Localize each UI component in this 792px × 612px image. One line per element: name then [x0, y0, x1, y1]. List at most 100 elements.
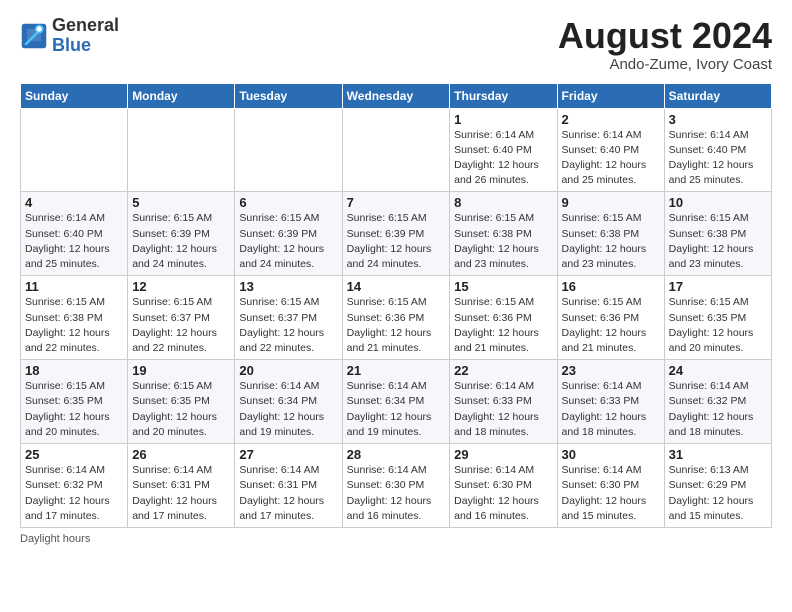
day-number: 20 [239, 363, 337, 378]
day-number: 16 [562, 279, 660, 294]
day-info: Sunrise: 6:15 AM Sunset: 6:38 PM Dayligh… [562, 211, 660, 272]
calendar-cell: 31Sunrise: 6:13 AM Sunset: 6:29 PM Dayli… [664, 444, 771, 528]
calendar-cell: 22Sunrise: 6:14 AM Sunset: 6:33 PM Dayli… [450, 360, 557, 444]
day-info: Sunrise: 6:14 AM Sunset: 6:33 PM Dayligh… [454, 379, 552, 440]
day-info: Sunrise: 6:15 AM Sunset: 6:37 PM Dayligh… [239, 295, 337, 356]
day-info: Sunrise: 6:15 AM Sunset: 6:39 PM Dayligh… [132, 211, 230, 272]
calendar-week-row: 11Sunrise: 6:15 AM Sunset: 6:38 PM Dayli… [21, 276, 772, 360]
weekday-header-friday: Friday [557, 83, 664, 108]
day-info: Sunrise: 6:15 AM Sunset: 6:38 PM Dayligh… [669, 211, 767, 272]
day-number: 18 [25, 363, 123, 378]
calendar-cell: 2Sunrise: 6:14 AM Sunset: 6:40 PM Daylig… [557, 108, 664, 192]
calendar-cell: 10Sunrise: 6:15 AM Sunset: 6:38 PM Dayli… [664, 192, 771, 276]
day-info: Sunrise: 6:15 AM Sunset: 6:38 PM Dayligh… [454, 211, 552, 272]
day-number: 10 [669, 195, 767, 210]
day-info: Sunrise: 6:14 AM Sunset: 6:31 PM Dayligh… [132, 463, 230, 524]
day-info: Sunrise: 6:14 AM Sunset: 6:32 PM Dayligh… [669, 379, 767, 440]
calendar-cell: 28Sunrise: 6:14 AM Sunset: 6:30 PM Dayli… [342, 444, 450, 528]
calendar-cell: 14Sunrise: 6:15 AM Sunset: 6:36 PM Dayli… [342, 276, 450, 360]
day-info: Sunrise: 6:14 AM Sunset: 6:40 PM Dayligh… [25, 211, 123, 272]
day-info: Sunrise: 6:15 AM Sunset: 6:35 PM Dayligh… [25, 379, 123, 440]
day-info: Sunrise: 6:14 AM Sunset: 6:30 PM Dayligh… [454, 463, 552, 524]
day-info: Sunrise: 6:15 AM Sunset: 6:37 PM Dayligh… [132, 295, 230, 356]
calendar-cell: 29Sunrise: 6:14 AM Sunset: 6:30 PM Dayli… [450, 444, 557, 528]
day-number: 15 [454, 279, 552, 294]
day-info: Sunrise: 6:15 AM Sunset: 6:35 PM Dayligh… [669, 295, 767, 356]
calendar-cell: 13Sunrise: 6:15 AM Sunset: 6:37 PM Dayli… [235, 276, 342, 360]
day-number: 11 [25, 279, 123, 294]
day-info: Sunrise: 6:15 AM Sunset: 6:36 PM Dayligh… [562, 295, 660, 356]
day-info: Sunrise: 6:13 AM Sunset: 6:29 PM Dayligh… [669, 463, 767, 524]
day-number: 7 [347, 195, 446, 210]
logo-icon [20, 22, 48, 50]
calendar-cell: 19Sunrise: 6:15 AM Sunset: 6:35 PM Dayli… [128, 360, 235, 444]
day-number: 26 [132, 447, 230, 462]
day-number: 28 [347, 447, 446, 462]
day-info: Sunrise: 6:15 AM Sunset: 6:35 PM Dayligh… [132, 379, 230, 440]
calendar-cell: 9Sunrise: 6:15 AM Sunset: 6:38 PM Daylig… [557, 192, 664, 276]
day-number: 8 [454, 195, 552, 210]
title-block: August 2024 Ando-Zume, Ivory Coast [558, 16, 772, 73]
day-number: 4 [25, 195, 123, 210]
day-info: Sunrise: 6:14 AM Sunset: 6:32 PM Dayligh… [25, 463, 123, 524]
day-info: Sunrise: 6:14 AM Sunset: 6:30 PM Dayligh… [347, 463, 446, 524]
weekday-header-saturday: Saturday [664, 83, 771, 108]
day-number: 25 [25, 447, 123, 462]
calendar-cell: 27Sunrise: 6:14 AM Sunset: 6:31 PM Dayli… [235, 444, 342, 528]
calendar-cell [21, 108, 128, 192]
calendar-cell: 18Sunrise: 6:15 AM Sunset: 6:35 PM Dayli… [21, 360, 128, 444]
calendar-week-row: 18Sunrise: 6:15 AM Sunset: 6:35 PM Dayli… [21, 360, 772, 444]
day-number: 6 [239, 195, 337, 210]
calendar-cell: 8Sunrise: 6:15 AM Sunset: 6:38 PM Daylig… [450, 192, 557, 276]
calendar-cell: 12Sunrise: 6:15 AM Sunset: 6:37 PM Dayli… [128, 276, 235, 360]
calendar-cell: 4Sunrise: 6:14 AM Sunset: 6:40 PM Daylig… [21, 192, 128, 276]
day-number: 31 [669, 447, 767, 462]
day-number: 27 [239, 447, 337, 462]
calendar-cell: 16Sunrise: 6:15 AM Sunset: 6:36 PM Dayli… [557, 276, 664, 360]
weekday-header-monday: Monday [128, 83, 235, 108]
logo: General Blue [20, 16, 119, 56]
day-number: 5 [132, 195, 230, 210]
page-container: General Blue August 2024 Ando-Zume, Ivor… [0, 0, 792, 555]
day-number: 3 [669, 112, 767, 127]
calendar-title: August 2024 [558, 16, 772, 56]
day-info: Sunrise: 6:15 AM Sunset: 6:39 PM Dayligh… [347, 211, 446, 272]
day-info: Sunrise: 6:14 AM Sunset: 6:34 PM Dayligh… [239, 379, 337, 440]
day-number: 1 [454, 112, 552, 127]
day-info: Sunrise: 6:15 AM Sunset: 6:39 PM Dayligh… [239, 211, 337, 272]
day-number: 23 [562, 363, 660, 378]
day-info: Sunrise: 6:14 AM Sunset: 6:40 PM Dayligh… [454, 128, 552, 189]
calendar-week-row: 25Sunrise: 6:14 AM Sunset: 6:32 PM Dayli… [21, 444, 772, 528]
day-number: 19 [132, 363, 230, 378]
day-number: 24 [669, 363, 767, 378]
day-info: Sunrise: 6:15 AM Sunset: 6:38 PM Dayligh… [25, 295, 123, 356]
day-number: 12 [132, 279, 230, 294]
day-number: 30 [562, 447, 660, 462]
calendar-cell: 15Sunrise: 6:15 AM Sunset: 6:36 PM Dayli… [450, 276, 557, 360]
calendar-cell: 7Sunrise: 6:15 AM Sunset: 6:39 PM Daylig… [342, 192, 450, 276]
day-info: Sunrise: 6:15 AM Sunset: 6:36 PM Dayligh… [347, 295, 446, 356]
calendar-cell: 1Sunrise: 6:14 AM Sunset: 6:40 PM Daylig… [450, 108, 557, 192]
calendar-cell: 5Sunrise: 6:15 AM Sunset: 6:39 PM Daylig… [128, 192, 235, 276]
calendar-cell: 26Sunrise: 6:14 AM Sunset: 6:31 PM Dayli… [128, 444, 235, 528]
calendar-week-row: 4Sunrise: 6:14 AM Sunset: 6:40 PM Daylig… [21, 192, 772, 276]
calendar-cell: 23Sunrise: 6:14 AM Sunset: 6:33 PM Dayli… [557, 360, 664, 444]
weekday-header-tuesday: Tuesday [235, 83, 342, 108]
calendar-cell: 6Sunrise: 6:15 AM Sunset: 6:39 PM Daylig… [235, 192, 342, 276]
day-number: 2 [562, 112, 660, 127]
calendar-cell: 21Sunrise: 6:14 AM Sunset: 6:34 PM Dayli… [342, 360, 450, 444]
weekday-header-sunday: Sunday [21, 83, 128, 108]
day-info: Sunrise: 6:15 AM Sunset: 6:36 PM Dayligh… [454, 295, 552, 356]
logo-general-text: General [52, 15, 119, 35]
day-number: 17 [669, 279, 767, 294]
calendar-cell: 3Sunrise: 6:14 AM Sunset: 6:40 PM Daylig… [664, 108, 771, 192]
day-number: 22 [454, 363, 552, 378]
day-number: 14 [347, 279, 446, 294]
calendar-table: SundayMondayTuesdayWednesdayThursdayFrid… [20, 83, 772, 528]
calendar-cell: 25Sunrise: 6:14 AM Sunset: 6:32 PM Dayli… [21, 444, 128, 528]
calendar-cell: 20Sunrise: 6:14 AM Sunset: 6:34 PM Dayli… [235, 360, 342, 444]
day-number: 21 [347, 363, 446, 378]
day-number: 9 [562, 195, 660, 210]
calendar-cell [342, 108, 450, 192]
day-number: 13 [239, 279, 337, 294]
